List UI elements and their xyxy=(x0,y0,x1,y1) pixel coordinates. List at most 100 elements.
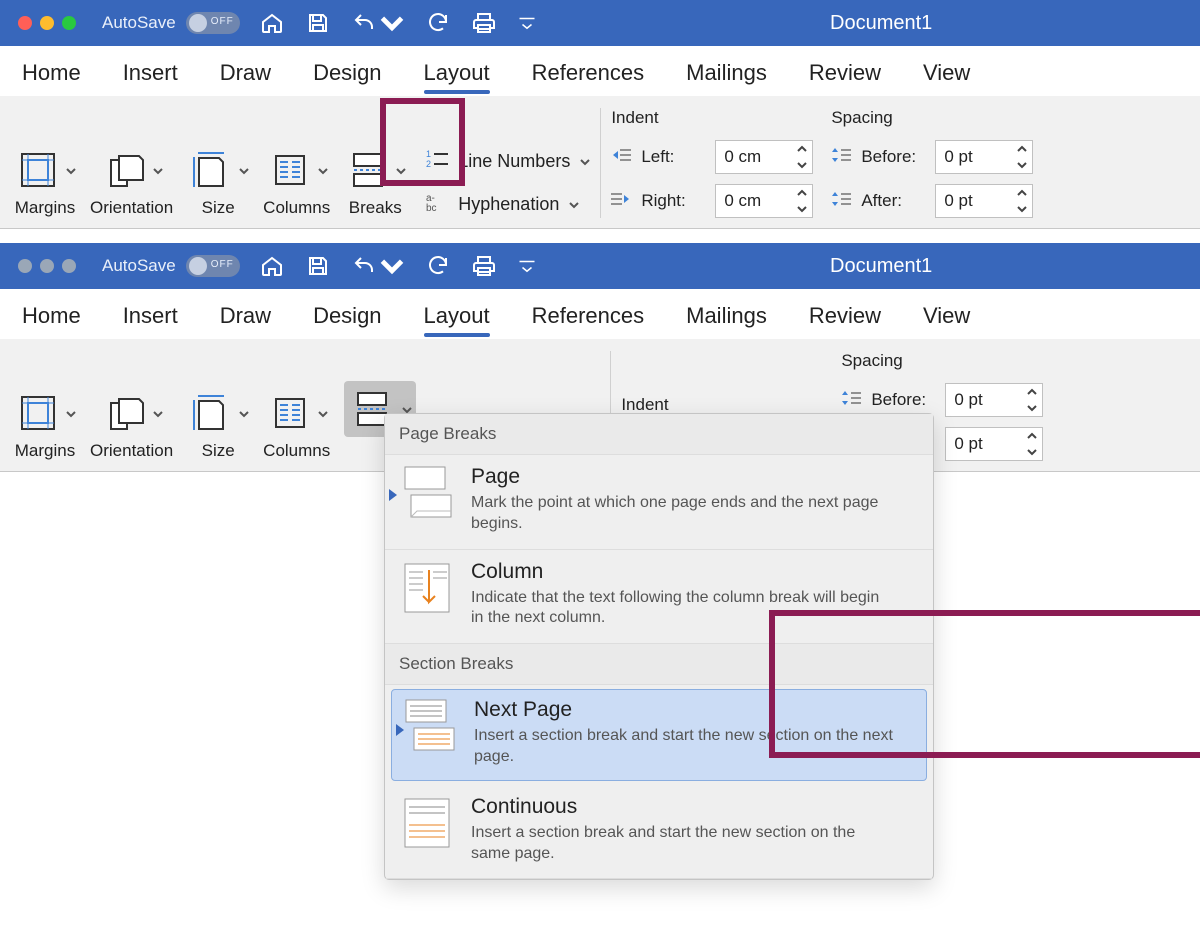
current-marker-icon xyxy=(389,489,397,501)
tab-references[interactable]: References xyxy=(532,60,645,92)
window-minimize-button[interactable] xyxy=(40,16,54,30)
columns-label: Columns xyxy=(263,198,330,218)
step-up-icon[interactable] xyxy=(1024,386,1040,398)
tab-review[interactable]: Review xyxy=(809,60,881,92)
undo-icon[interactable] xyxy=(352,11,404,35)
save-icon[interactable] xyxy=(306,11,330,35)
home-icon[interactable] xyxy=(260,11,284,35)
step-down-icon[interactable] xyxy=(1024,402,1040,414)
undo-icon[interactable] xyxy=(352,254,404,278)
orientation-button[interactable]: Orientation xyxy=(90,146,173,218)
tab-view[interactable]: View xyxy=(923,303,970,335)
more-icon[interactable] xyxy=(518,259,536,273)
hyphenation-button[interactable]: a-bc Hyphenation xyxy=(426,191,590,218)
redo-icon[interactable] xyxy=(426,254,450,278)
orientation-button[interactable]: Orientation xyxy=(90,389,173,461)
columns-button[interactable]: Columns xyxy=(263,146,330,218)
tab-design[interactable]: Design xyxy=(313,60,381,92)
breaks-label: Breaks xyxy=(349,198,402,218)
indent-title: Indent xyxy=(611,108,813,128)
break-column-item[interactable]: Column Indicate that the text following … xyxy=(385,550,933,645)
spacing-after-input[interactable]: 0 pt xyxy=(935,184,1033,218)
step-down-icon[interactable] xyxy=(1014,159,1030,171)
spacing-after-input[interactable]: 0 pt xyxy=(945,427,1043,461)
step-up-icon[interactable] xyxy=(794,143,810,155)
size-button[interactable]: Size xyxy=(187,389,249,461)
tab-view[interactable]: View xyxy=(923,60,970,92)
step-down-icon[interactable] xyxy=(1024,446,1040,458)
spacing-before-input[interactable]: 0 pt xyxy=(935,140,1033,174)
tab-draw[interactable]: Draw xyxy=(220,60,271,92)
margins-button[interactable]: Margins xyxy=(14,389,76,461)
size-icon xyxy=(187,146,235,194)
tab-review[interactable]: Review xyxy=(809,303,881,335)
window-maximize-button[interactable] xyxy=(62,259,76,273)
window-maximize-button[interactable] xyxy=(62,16,76,30)
step-up-icon[interactable] xyxy=(1014,187,1030,199)
print-icon[interactable] xyxy=(472,254,496,278)
tab-references[interactable]: References xyxy=(532,303,645,335)
autosave-toggle[interactable]: OFF xyxy=(186,12,240,34)
spacing-after-label: After: xyxy=(861,191,925,211)
columns-icon xyxy=(266,146,314,194)
step-up-icon[interactable] xyxy=(1024,430,1040,442)
window-close-button[interactable] xyxy=(18,16,32,30)
window-minimize-button[interactable] xyxy=(40,259,54,273)
svg-text:2: 2 xyxy=(426,159,431,169)
step-up-icon[interactable] xyxy=(794,187,810,199)
size-button[interactable]: Size xyxy=(187,146,249,218)
tab-home[interactable]: Home xyxy=(22,60,81,92)
spacing-before-input[interactable]: 0 pt xyxy=(945,383,1043,417)
tab-design[interactable]: Design xyxy=(313,303,381,335)
tab-insert[interactable]: Insert xyxy=(123,60,178,92)
svg-text:bc: bc xyxy=(426,203,437,213)
step-down-icon[interactable] xyxy=(794,203,810,215)
break-next-page-item[interactable]: Next Page Insert a section break and sta… xyxy=(391,689,927,781)
tab-layout[interactable]: Layout xyxy=(424,303,490,335)
window-close-button[interactable] xyxy=(18,259,32,273)
break-page-title: Page xyxy=(471,465,891,489)
orientation-label: Orientation xyxy=(90,198,173,218)
break-next-page-title: Next Page xyxy=(474,698,894,722)
line-numbers-button[interactable]: 12 Line Numbers xyxy=(426,148,590,175)
home-icon[interactable] xyxy=(260,254,284,278)
print-icon[interactable] xyxy=(472,11,496,35)
indent-right-input[interactable]: 0 cm xyxy=(715,184,813,218)
columns-button[interactable]: Columns xyxy=(263,389,330,461)
tab-insert[interactable]: Insert xyxy=(123,303,178,335)
step-down-icon[interactable] xyxy=(794,159,810,171)
margins-button[interactable]: Margins xyxy=(14,146,76,218)
redo-icon[interactable] xyxy=(426,11,450,35)
indent-left-input[interactable]: 0 cm xyxy=(715,140,813,174)
window-controls[interactable] xyxy=(18,16,76,30)
spacing-before-row: Before: 0 pt xyxy=(841,383,1043,417)
break-continuous-item[interactable]: Continuous Insert a section break and st… xyxy=(385,785,933,880)
page-break-icon xyxy=(399,465,455,521)
tab-mailings[interactable]: Mailings xyxy=(686,60,767,92)
tab-mailings[interactable]: Mailings xyxy=(686,303,767,335)
chevron-down-icon xyxy=(153,160,163,181)
step-down-icon[interactable] xyxy=(1014,203,1030,215)
tab-layout[interactable]: Layout xyxy=(424,60,490,92)
panel-1: AutoSave OFF xyxy=(0,0,1200,229)
indent-left-row: Left: 0 cm xyxy=(611,140,813,174)
tab-draw[interactable]: Draw xyxy=(220,303,271,335)
autosave-toggle[interactable]: OFF xyxy=(186,255,240,277)
tab-home[interactable]: Home xyxy=(22,303,81,335)
continuous-break-icon xyxy=(399,795,455,851)
orientation-label: Orientation xyxy=(90,441,173,461)
spacing-before-value: 0 pt xyxy=(944,147,972,167)
breaks-button[interactable]: Breaks xyxy=(344,146,406,218)
spacing-before-value: 0 pt xyxy=(954,390,982,410)
step-up-icon[interactable] xyxy=(1014,143,1030,155)
more-icon[interactable] xyxy=(518,16,536,30)
break-page-item[interactable]: Page Mark the point at which one page en… xyxy=(385,455,933,550)
window-controls[interactable] xyxy=(18,259,76,273)
spacing-title: Spacing xyxy=(831,108,1033,128)
spacing-title: Spacing xyxy=(841,351,1043,371)
columns-icon xyxy=(266,389,314,437)
autosave-label: AutoSave xyxy=(102,13,176,33)
save-icon[interactable] xyxy=(306,254,330,278)
spacing-after-value: 0 pt xyxy=(954,434,982,454)
spacing-group: Spacing Before: 0 pt After: 0 pt xyxy=(831,108,1033,218)
